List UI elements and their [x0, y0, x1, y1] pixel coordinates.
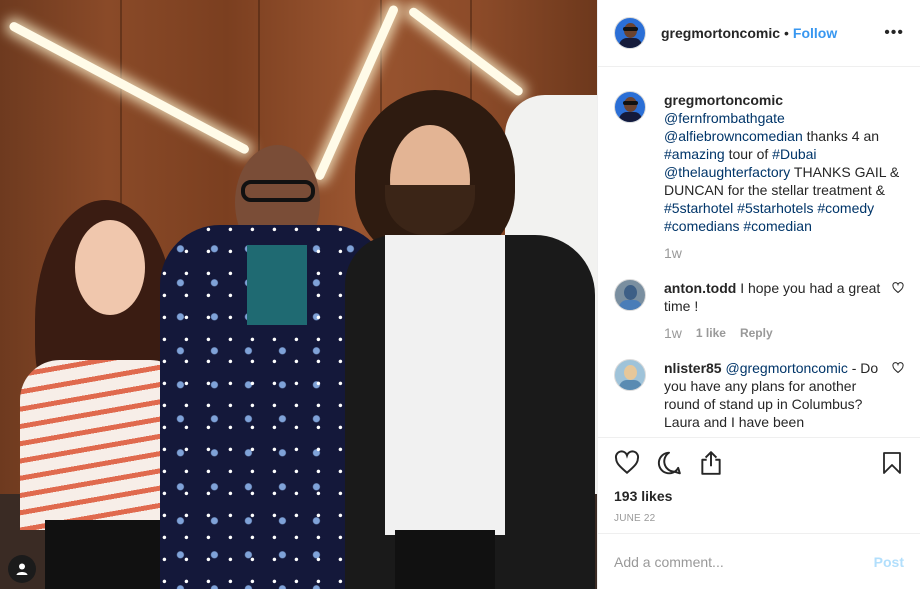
comments-list[interactable]: gregmortoncomic @fernfrombathgate @alfie…: [598, 67, 920, 437]
follow-button[interactable]: Follow: [793, 25, 837, 41]
caption-fragment: thanks 4 an: [802, 128, 880, 144]
comment-item: nlister85 @gregmortoncomic - Do you have…: [614, 359, 904, 431]
comment-composer: Post: [598, 533, 920, 589]
add-comment-input[interactable]: [614, 553, 874, 570]
post-comment-button[interactable]: Post: [874, 554, 904, 570]
caption-text: gregmortoncomic @fernfrombathgate @alfie…: [664, 91, 904, 235]
post-side-panel: gregmortoncomic • Follow ••• gregmortonc…: [597, 0, 920, 589]
mention-link[interactable]: @gregmortoncomic: [725, 360, 847, 376]
caption: gregmortoncomic @fernfrombathgate @alfie…: [614, 91, 904, 235]
mention-link[interactable]: @thelaughterfactory: [664, 164, 790, 180]
hashtag-link[interactable]: #Dubai: [772, 146, 816, 162]
commenter-username[interactable]: anton.todd: [664, 280, 736, 296]
comment-text: anton.todd I hope you had a great time !: [664, 279, 884, 315]
hashtag-link[interactable]: #comedy: [817, 200, 874, 216]
commenter-username[interactable]: nlister85: [664, 360, 722, 376]
comment-bubble-icon[interactable]: [656, 450, 682, 476]
mention-link[interactable]: @fernfrombathgate: [664, 110, 785, 126]
likes-count[interactable]: 193 likes: [614, 488, 904, 504]
hashtag-link[interactable]: #comedians: [664, 218, 740, 234]
post-photo[interactable]: [0, 0, 597, 589]
user-tag-icon: [16, 563, 28, 575]
instagram-post: gregmortoncomic • Follow ••• gregmortonc…: [0, 0, 920, 589]
hashtag-link[interactable]: #5starhotels: [737, 200, 813, 216]
comment-meta: 1w 1 like Reply: [664, 325, 904, 341]
comment-text: nlister85 @gregmortoncomic - Do you have…: [664, 359, 884, 431]
hashtag-link[interactable]: #5starhotel: [664, 200, 733, 216]
caption-fragment: tour of: [724, 146, 773, 162]
comment-likes[interactable]: 1 like: [696, 326, 726, 340]
post-header: gregmortoncomic • Follow •••: [598, 0, 920, 67]
caption-username[interactable]: gregmortoncomic: [664, 92, 783, 108]
bookmark-icon[interactable]: [880, 450, 904, 476]
comment-time[interactable]: 1w: [664, 325, 682, 341]
post-date[interactable]: JUNE 22: [614, 513, 904, 524]
like-comment-icon[interactable]: [892, 362, 904, 374]
share-icon[interactable]: [698, 450, 724, 476]
reply-button[interactable]: Reply: [740, 326, 773, 340]
hashtag-link[interactable]: #comedian: [743, 218, 812, 234]
commenter-avatar[interactable]: [614, 279, 646, 311]
mention-link[interactable]: @alfiebrowncomedian: [664, 128, 803, 144]
hashtag-link[interactable]: #amazing: [664, 146, 725, 162]
caption-time[interactable]: 1w: [664, 245, 682, 261]
caption-meta: 1w: [664, 245, 904, 261]
separator-dot: •: [784, 25, 789, 41]
more-options-icon[interactable]: •••: [884, 24, 904, 42]
person-right: [345, 90, 595, 589]
like-heart-icon[interactable]: [614, 450, 640, 476]
tagged-users-button[interactable]: [8, 555, 36, 583]
action-icons: [614, 448, 904, 478]
commenter-avatar[interactable]: [614, 359, 646, 391]
like-comment-icon[interactable]: [892, 282, 904, 294]
author-username[interactable]: gregmortoncomic: [661, 25, 780, 41]
post-actions: 193 likes JUNE 22: [598, 437, 920, 533]
comment-item: anton.todd I hope you had a great time !: [614, 279, 904, 315]
caption-avatar[interactable]: [614, 91, 646, 123]
author-avatar[interactable]: [614, 17, 646, 49]
